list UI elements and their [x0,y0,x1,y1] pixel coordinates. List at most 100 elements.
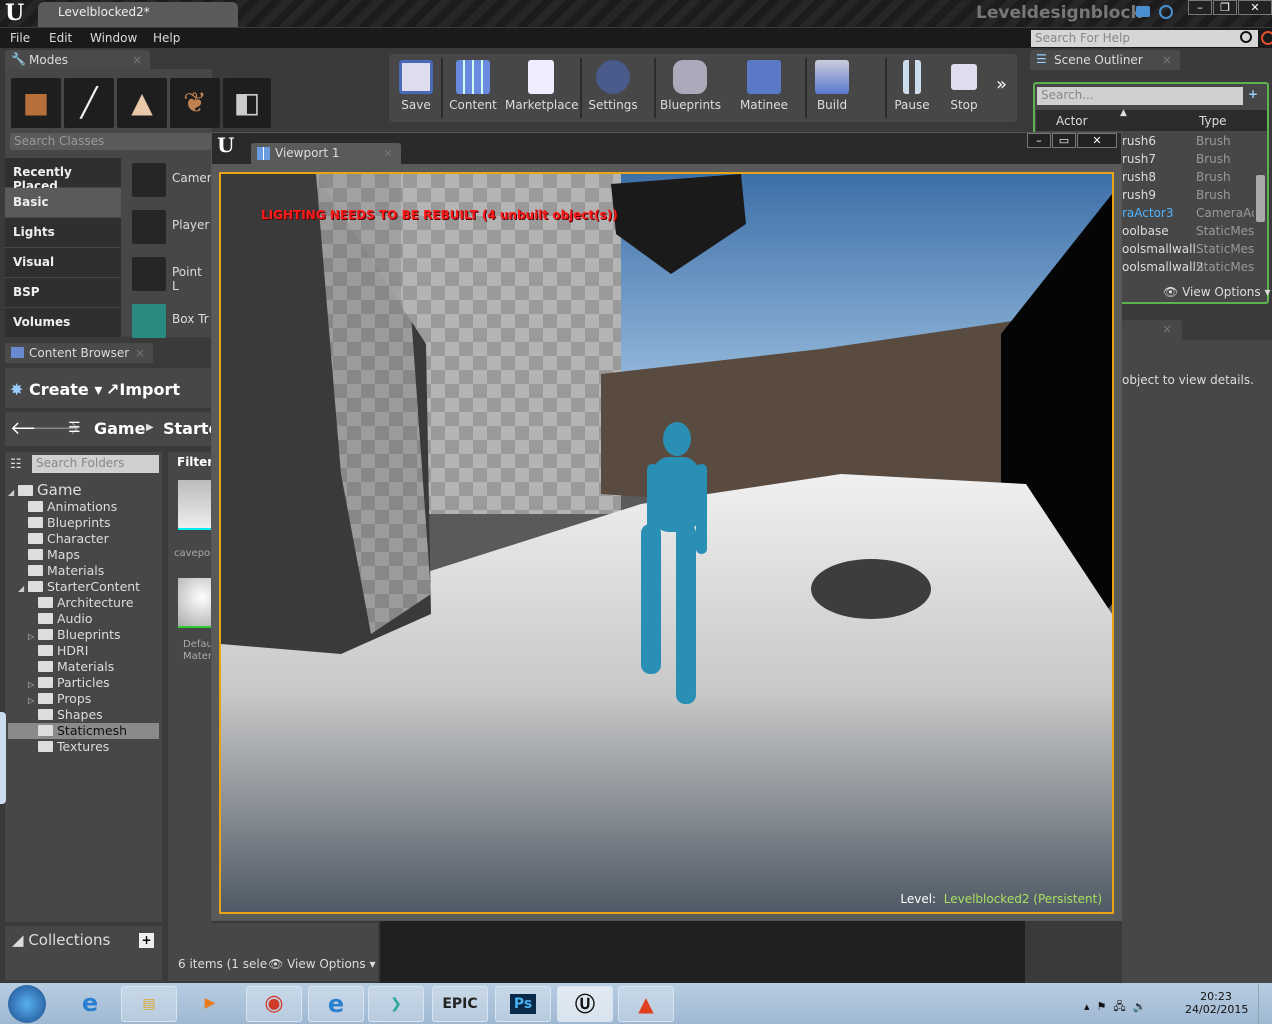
landscape-mode-icon[interactable]: ▲ [117,78,167,128]
taskbar-ie-icon[interactable]: e [62,986,118,1022]
tab-modes[interactable]: 🔧 Modes × [5,50,150,69]
close-icon[interactable]: × [132,53,142,67]
search-classes-input[interactable]: Search Classes [10,133,212,150]
category-bsp[interactable]: BSP [5,278,121,307]
place-item-camera[interactable]: Camer [128,159,212,203]
outliner-row[interactable]: rush7 Brush [1122,152,1231,170]
folder-item[interactable]: ▷ Blueprints [8,627,159,643]
menu-edit[interactable]: Edit [49,31,72,45]
geometry-mode-icon[interactable]: ◧ [223,78,271,128]
stop-button[interactable]: Stop [944,60,984,112]
category-volumes[interactable]: Volumes [5,308,121,337]
add-collection-icon[interactable]: + [139,933,154,948]
close-icon[interactable]: × [1162,322,1172,336]
import-button[interactable]: ↗Import [106,380,180,399]
more-chevron-icon[interactable]: » [996,74,1007,95]
collapsed-arrow-icon[interactable]: ▷ [28,680,38,689]
menu-window[interactable]: Window [90,31,137,45]
folder-item[interactable]: ◢ Game [8,481,159,499]
category-basic[interactable]: Basic [5,188,121,217]
viewport-minimize-button[interactable]: – [1027,133,1051,148]
place-item-box-trigger[interactable]: Box Tr [128,300,212,344]
folder-item[interactable]: HDRI [8,643,159,659]
outliner-view-options-button[interactable]: 👁 View Options ▾ [1163,285,1271,299]
folder-item[interactable]: Animations [8,499,159,515]
settings-button[interactable]: Settings [588,60,638,112]
show-desktop-button[interactable] [1258,984,1272,1024]
menu-file[interactable]: File [10,31,30,45]
collections-header[interactable]: ◢ Collections [12,931,110,949]
category-lights[interactable]: Lights [5,218,121,247]
folder-item[interactable]: ▷ Props [8,691,159,707]
outliner-search-input[interactable]: Search... [1037,87,1243,105]
save-button[interactable]: Save [396,60,436,112]
menu-help[interactable]: Help [153,31,180,45]
create-button[interactable]: ✸ Create ▾ [10,380,102,399]
viewport-close-button[interactable]: ✕ [1077,133,1117,148]
taskbar-mudbox-icon[interactable]: ▲ [618,986,674,1022]
viewport-3d[interactable]: LIGHTING NEEDS TO BE REBUILT (4 unbuilt … [219,172,1114,914]
folder-item[interactable]: Blueprints [8,515,159,531]
folder-item[interactable]: Textures [8,739,159,755]
taskbar-explorer-icon[interactable]: ▤ [121,986,177,1022]
expanded-arrow-icon[interactable]: ◢ [18,584,28,593]
tab-viewport-1[interactable]: Viewport 1 × [251,143,401,164]
help-search-input[interactable]: Search For Help [1031,30,1258,47]
outliner-row[interactable]: oolsmallwall2StaticMesh [1122,260,1254,278]
folder-item[interactable]: Architecture [8,595,159,611]
tab-scene-outliner[interactable]: ☰ Scene Outliner × [1030,50,1180,70]
blueprints-button[interactable]: Blueprints [660,60,721,112]
outliner-row[interactable]: oolbase StaticMesh [1122,224,1254,242]
marketplace-button[interactable]: Marketplace [505,60,579,112]
outliner-row[interactable]: rush9 Brush [1122,188,1231,206]
asset-thumbnail[interactable] [178,578,212,628]
docked-widget-edge[interactable] [0,712,6,804]
tab-details[interactable]: × [1122,320,1182,340]
place-mode-icon[interactable]: ■ [11,78,61,128]
restore-button[interactable]: ❐ [1213,0,1237,15]
place-item-point-light[interactable]: Point L [128,253,212,297]
document-tab[interactable]: Levelblocked2* [38,2,238,27]
chat-icon[interactable] [1136,6,1150,17]
folder-item[interactable]: Materials [8,563,159,579]
taskbar-media-player-icon[interactable]: ▶ [182,986,238,1022]
outliner-row[interactable]: rush8 Brush [1122,170,1231,188]
column-type[interactable]: Type [1199,114,1227,128]
outliner-row[interactable]: oolsmallwallStaticMesh [1122,242,1254,260]
taskbar-maya-icon[interactable]: ❯ [368,986,424,1022]
search-folders-input[interactable]: Search Folders [32,455,159,473]
outliner-scrollbar[interactable] [1256,175,1265,222]
folder-item[interactable]: Character [8,531,159,547]
category-visual[interactable]: Visual [5,248,121,277]
taskbar-unreal-icon[interactable]: Ⓤ [557,986,613,1022]
start-button[interactable] [8,985,46,1023]
folder-item[interactable]: ▷ Particles [8,675,159,691]
toggle-sources-icon[interactable]: ☷ [10,457,22,472]
expanded-arrow-icon[interactable]: ◢ [8,488,18,497]
asset-thumbnail[interactable] [178,480,212,530]
category-recently-placed[interactable]: Recently Placed [5,158,121,193]
taskbar-photoshop-icon[interactable]: Ps [495,986,551,1022]
folder-item[interactable]: Staticmesh [8,723,159,739]
taskbar-epic-games-icon[interactable]: EPIC [432,986,488,1022]
matinee-button[interactable]: Matinee [738,60,790,112]
close-icon[interactable]: × [383,146,393,160]
tray-icons[interactable]: ▴ ⚑ 🖧 🔊 [1084,998,1146,1017]
outliner-row[interactable]: rush6 Brush [1122,134,1231,152]
column-actor[interactable]: Actor [1056,114,1088,128]
close-button[interactable]: ✕ [1238,0,1272,15]
collapsed-arrow-icon[interactable]: ▷ [28,632,38,641]
pause-button[interactable]: Pause [892,60,932,112]
minimize-button[interactable]: – [1188,0,1212,15]
folder-item[interactable]: ◢ StarterContent [8,579,159,595]
foliage-mode-icon[interactable]: ❦ [170,78,220,128]
build-button[interactable]: Build [812,60,852,112]
add-filter-icon[interactable]: + [1248,87,1258,101]
collapsed-arrow-icon[interactable]: ▷ [28,696,38,705]
content-button[interactable]: Content [449,60,497,112]
paint-mode-icon[interactable]: ╱ [64,78,114,128]
breadcrumb-startercontent[interactable]: Starte [163,419,211,438]
outliner-row[interactable]: raActor3 CameraAc [1122,206,1254,224]
source-control-icon[interactable] [1159,5,1173,19]
tab-content-browser[interactable]: Content Browser × [5,343,153,363]
